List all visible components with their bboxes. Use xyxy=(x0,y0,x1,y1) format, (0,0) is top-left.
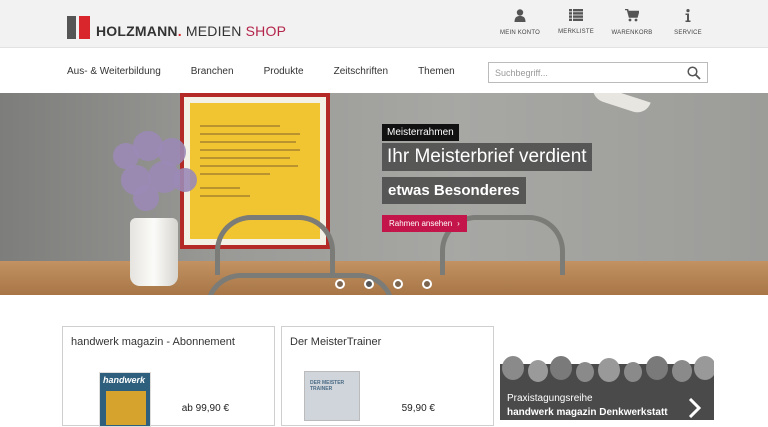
chevron-right-icon[interactable] xyxy=(688,397,702,420)
card-denkwerkstatt-line1: Praxistagungsreihe xyxy=(507,393,593,404)
carousel-dot-4[interactable] xyxy=(422,279,432,289)
search-icon xyxy=(687,66,701,80)
logo-mark-icon xyxy=(67,16,90,39)
card-denkwerkstatt-text: Praxistagungsreihe handwerk magazin Denk… xyxy=(507,392,668,420)
carousel-dot-2[interactable] xyxy=(364,279,374,289)
main-nav: Aus- & Weiterbildung Branchen Produkte Z… xyxy=(0,49,768,93)
magazine-cover-image: handwerk xyxy=(99,372,151,427)
card-title: handwerk magazin - Abonnement xyxy=(71,336,235,348)
teaser-cards: handwerk magazin - Abonnement handwerk a… xyxy=(0,326,768,427)
header-actions: MEIN KONTO MERKLISTE WARENKORB SERVICE xyxy=(492,9,716,36)
search-input[interactable] xyxy=(489,63,679,83)
meistertrainer-cover-image: DER MEISTER TRAINER xyxy=(304,371,360,421)
warenkorb-label: WARENKORB xyxy=(611,30,653,36)
rahmen-ansehen-label: Rahmen ansehen xyxy=(389,219,453,228)
service-button[interactable]: SERVICE xyxy=(660,9,716,36)
magazine-cover-title: handwerk xyxy=(103,375,146,385)
hero-banner: Meisterrahmen Ihr Meisterbrief verdient … xyxy=(0,93,768,295)
merkliste-button[interactable]: MERKLISTE xyxy=(548,9,604,36)
nav-item-produkte[interactable]: Produkte xyxy=(264,66,304,77)
logo-shop: SHOP xyxy=(241,23,287,39)
mein-konto-button[interactable]: MEIN KONTO xyxy=(492,9,548,36)
card-title: Der MeisterTrainer xyxy=(290,336,382,348)
hero-chair-left xyxy=(215,215,335,275)
hero-subtitle: etwas Besonderes xyxy=(382,177,526,204)
logo-text: HOLZMANN. MEDIEN SHOP xyxy=(96,20,286,43)
card-meistertrainer[interactable]: Der MeisterTrainer DER MEISTER TRAINER 5… xyxy=(281,326,494,426)
merkliste-label: MERKLISTE xyxy=(558,29,594,35)
hero-flowers xyxy=(103,123,203,223)
holzmann-logo[interactable]: HOLZMANN. MEDIEN SHOP xyxy=(67,12,286,43)
card-denkwerkstatt[interactable]: Praxistagungsreihe handwerk magazin Denk… xyxy=(500,326,714,420)
hero-vase xyxy=(130,218,178,286)
top-header: HOLZMANN. MEDIEN SHOP MEIN KONTO MERKLIS… xyxy=(0,0,768,48)
meistertrainer-cover-title: DER MEISTER TRAINER xyxy=(310,380,345,392)
card-handwerk-magazin[interactable]: handwerk magazin - Abonnement handwerk a… xyxy=(62,326,275,427)
nav-item-branchen[interactable]: Branchen xyxy=(191,66,234,77)
logo-medien: MEDIEN xyxy=(181,23,242,39)
carousel-dot-3[interactable] xyxy=(393,279,403,289)
hero-title: Ihr Meisterbrief verdient xyxy=(382,143,592,171)
nav-items: Aus- & Weiterbildung Branchen Produkte Z… xyxy=(67,66,485,77)
warenkorb-button[interactable]: WARENKORB xyxy=(604,9,660,36)
search-button[interactable] xyxy=(687,66,701,85)
list-icon xyxy=(569,9,583,21)
card-price: ab 99,90 € xyxy=(181,403,229,414)
search-box xyxy=(488,62,708,83)
info-icon xyxy=(685,9,691,22)
card-price: 59,90 € xyxy=(401,403,435,414)
logo-brand: HOLZMANN xyxy=(96,23,178,39)
service-label: SERVICE xyxy=(674,30,702,36)
cart-icon xyxy=(625,9,639,22)
rahmen-ansehen-button[interactable]: Rahmen ansehen › xyxy=(382,215,467,232)
mein-konto-label: MEIN KONTO xyxy=(500,30,540,36)
carousel-dots xyxy=(335,279,451,289)
user-icon xyxy=(514,9,526,22)
nav-item-themen[interactable]: Themen xyxy=(418,66,455,77)
card-denkwerkstatt-line2: handwerk magazin Denkwerkstatt xyxy=(507,407,668,418)
hero-tag: Meisterrahmen xyxy=(382,124,459,141)
nav-item-zeitschriften[interactable]: Zeitschriften xyxy=(334,66,388,77)
carousel-dot-1[interactable] xyxy=(335,279,345,289)
chevron-right-icon: › xyxy=(457,219,460,228)
nav-item-ausbildung[interactable]: Aus- & Weiterbildung xyxy=(67,66,161,77)
